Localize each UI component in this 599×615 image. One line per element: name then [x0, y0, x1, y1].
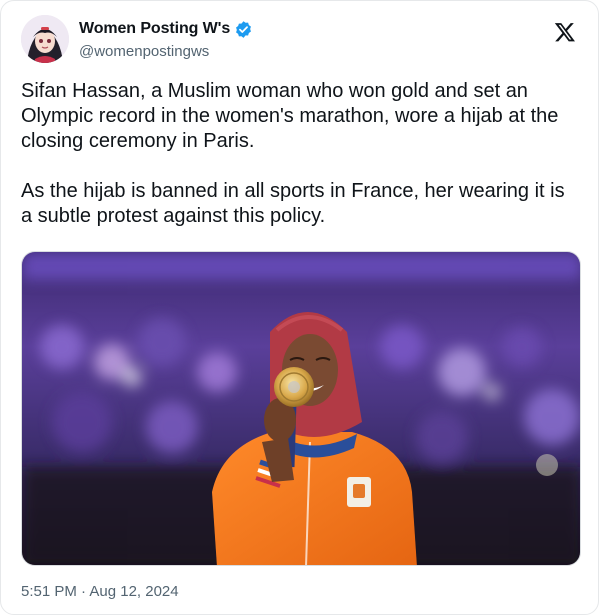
tweet-header: Women Posting W's @womenpostingws	[21, 15, 580, 67]
x-logo-icon[interactable]	[554, 21, 576, 43]
verified-badge-icon	[234, 20, 253, 39]
author-names: Women Posting W's @womenpostingws	[79, 19, 253, 60]
tweet-text: Sifan Hassan, a Muslim woman who won gol…	[21, 80, 565, 227]
display-name[interactable]: Women Posting W's	[79, 20, 230, 38]
tweet-card: Women Posting W's @womenpostingws Sifan …	[0, 0, 599, 615]
tweet-photo[interactable]	[21, 251, 581, 566]
tweet-timestamp[interactable]: 5:51 PM · Aug 12, 2024	[21, 583, 179, 600]
handle[interactable]: @womenpostingws	[79, 43, 253, 60]
avatar[interactable]	[21, 15, 69, 63]
